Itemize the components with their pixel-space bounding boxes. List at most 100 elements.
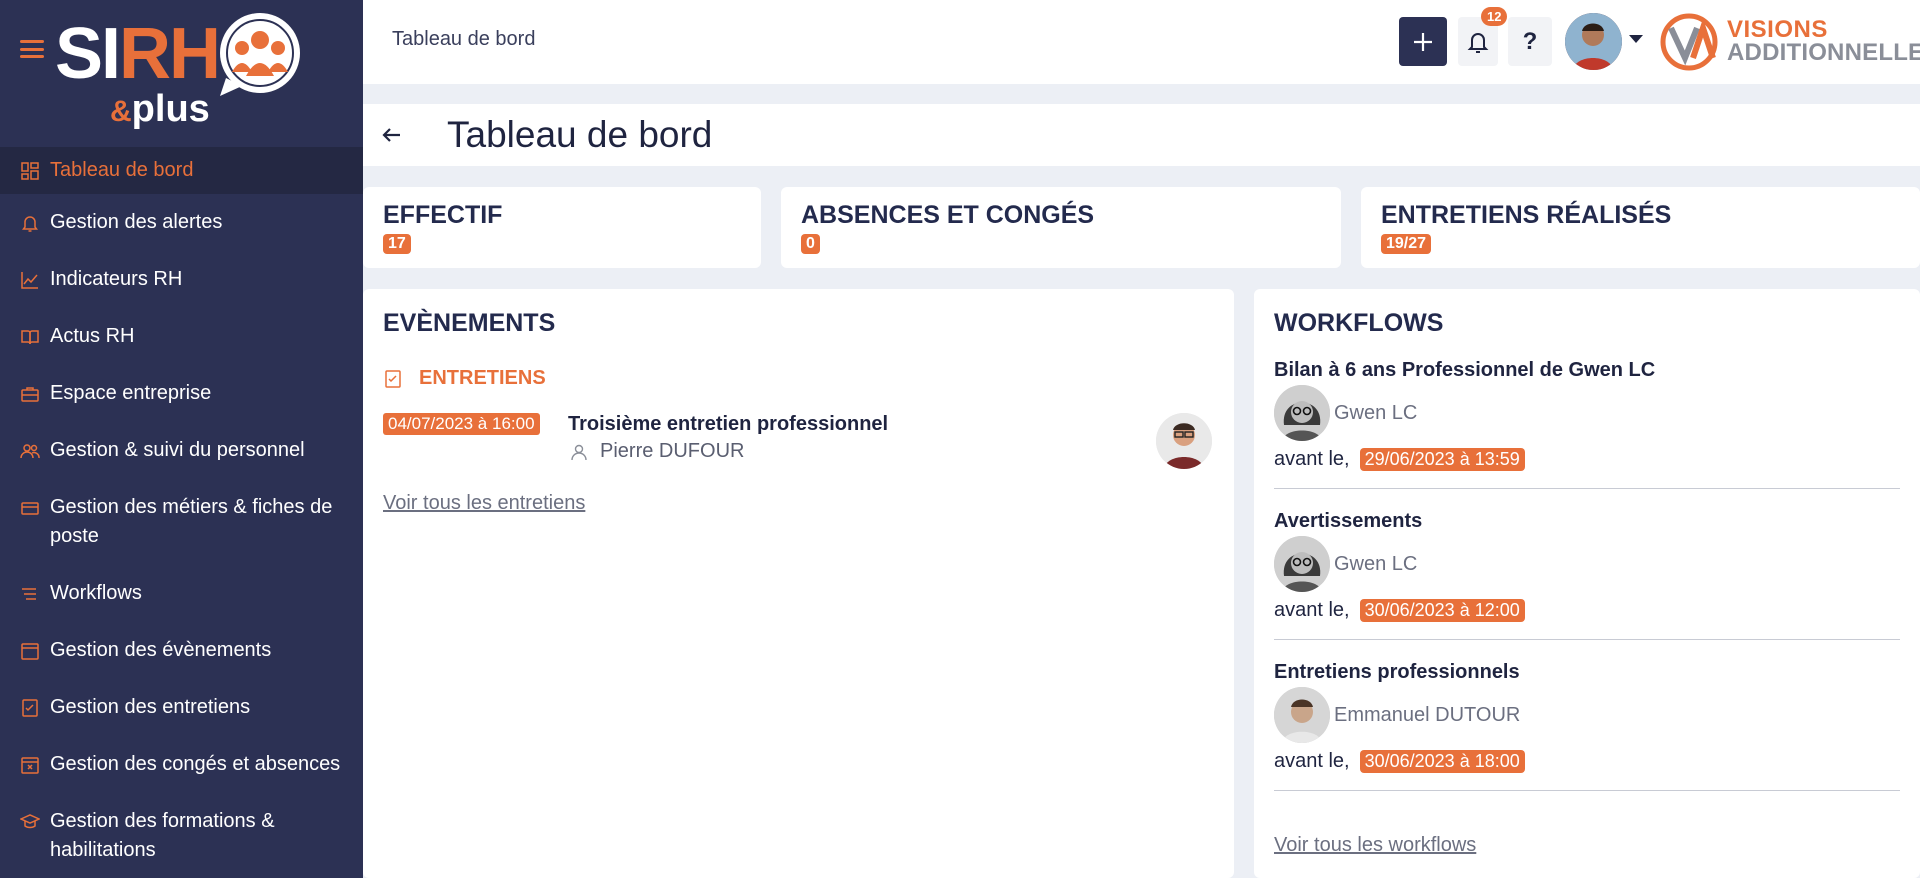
workflow-due: avant le, 30/06/2023 à 12:00	[1274, 592, 1900, 628]
sidebar-item-dashboard[interactable]: Tableau de bord	[0, 147, 363, 194]
workflow-due: avant le, 29/06/2023 à 13:59	[1274, 441, 1900, 477]
due-label: avant le,	[1274, 447, 1350, 470]
user-menu-caret-icon[interactable]	[1629, 35, 1643, 43]
user-avatar[interactable]	[1565, 13, 1622, 70]
stat-value-badge: 0	[801, 234, 820, 254]
user-name: Gwen LC	[1334, 552, 1418, 575]
workflow-name: Avertissements	[1274, 510, 1423, 532]
back-arrow-icon[interactable]	[378, 121, 406, 149]
workflow-item[interactable]: Avertissements Gwen LC avant le, 30/06/2…	[1274, 510, 1900, 640]
avatar-photo	[1565, 13, 1622, 70]
stat-label: ABSENCES ET CONGÉS	[801, 201, 1095, 229]
workflow-item[interactable]: Bilan à 6 ans Professionnel de Gwen LC G…	[1274, 359, 1900, 489]
avatar-photo	[1274, 536, 1330, 592]
stat-label: ENTRETIENS RÉALISÉS	[1381, 201, 1672, 229]
sidebar-item-label: Gestion des métiers & fiches de poste	[50, 496, 333, 547]
checklist-icon	[385, 369, 401, 388]
avatar-photo	[1274, 687, 1330, 743]
workflow-name: Entretiens professionnels	[1274, 661, 1520, 683]
event-person: Pierre DUFOUR	[570, 440, 744, 463]
due-date-badge: 30/06/2023 à 12:00	[1359, 598, 1525, 622]
sidebar-item-label: Actus RH	[50, 325, 135, 347]
list-icon	[20, 579, 50, 608]
avatar-photo	[1156, 413, 1212, 469]
section-label: ENTRETIENS	[419, 367, 546, 389]
due-label: avant le,	[1274, 749, 1350, 772]
person-name: Pierre DUFOUR	[600, 440, 745, 462]
sidebar-item-workflows[interactable]: Workflows	[0, 565, 363, 622]
workflow-due: avant le, 30/06/2023 à 18:00	[1274, 743, 1900, 779]
sidebar-item-trainings[interactable]: Gestion des formations & habilitations	[0, 793, 363, 878]
events-panel: EVÈNEMENTS ENTRETIENS 04/07/2023 à 16:00…	[363, 289, 1234, 878]
sidebar-item-label: Tableau de bord	[50, 159, 194, 181]
bell-icon	[1467, 32, 1489, 53]
see-all-interviews-link[interactable]: Voir tous les entretiens	[383, 492, 585, 515]
dashboard-icon	[20, 156, 50, 185]
stat-card-headcount: EFFECTIF 17	[363, 187, 761, 268]
logo-area: SIRH &plus	[0, 0, 363, 147]
avatar	[1156, 413, 1212, 469]
user-name: Emmanuel DUTOUR	[1334, 703, 1521, 726]
users-icon	[20, 436, 50, 465]
avatar	[1274, 687, 1330, 743]
avatar	[1274, 536, 1330, 592]
workflow-user: Gwen LC	[1274, 536, 1900, 592]
breadcrumb: Tableau de bord	[392, 28, 536, 50]
sidebar: SIRH &plus Tableau de bord Gestion des a…	[0, 0, 363, 878]
app-logo: SIRH	[55, 14, 221, 94]
event-date-badge: 04/07/2023 à 16:00	[383, 413, 540, 435]
workflow-item[interactable]: Entretiens professionnels Emmanuel DUTOU…	[1274, 661, 1900, 791]
avatar	[1274, 385, 1330, 441]
workflow-name: Bilan à 6 ans Professionnel de Gwen LC	[1274, 359, 1656, 381]
checklist-icon	[20, 693, 50, 722]
app-logo-plus: &plus	[110, 88, 210, 130]
graduation-icon	[20, 807, 50, 836]
hamburger-menu-icon[interactable]	[20, 40, 44, 58]
sidebar-item-label: Workflows	[50, 582, 142, 604]
sidebar-item-label: Gestion des congés et absences	[50, 753, 341, 775]
chart-icon	[20, 265, 50, 294]
sidebar-item-events[interactable]: Gestion des évènements	[0, 622, 363, 679]
sidebar-item-label: Gestion & suivi du personnel	[50, 439, 305, 461]
sidebar-item-label: Gestion des évènements	[50, 639, 272, 661]
due-date-badge: 29/06/2023 à 13:59	[1359, 447, 1525, 471]
sidebar-item-leaves[interactable]: Gestion des congés et absences	[0, 736, 363, 793]
sidebar-item-personnel[interactable]: Gestion & suivi du personnel	[0, 422, 363, 479]
stat-label: EFFECTIF	[383, 201, 503, 229]
sidebar-item-indicators[interactable]: Indicateurs RH	[0, 251, 363, 308]
brand-name-line2: ADDITIONNELLES	[1727, 39, 1920, 66]
briefcase-icon	[20, 379, 50, 408]
stat-value-badge: 17	[383, 234, 411, 254]
sidebar-item-label: Indicateurs RH	[50, 268, 183, 290]
sidebar-nav: Tableau de bord Gestion des alertes Indi…	[0, 147, 363, 878]
id-card-icon	[20, 493, 50, 522]
workflow-user: Gwen LC	[1274, 385, 1900, 441]
notification-count-badge: 12	[1481, 7, 1508, 26]
bell-icon	[20, 208, 50, 237]
calendar-x-icon	[20, 750, 50, 779]
events-title: EVÈNEMENTS	[383, 309, 556, 337]
sidebar-item-jobs[interactable]: Gestion des métiers & fiches de poste	[0, 479, 363, 565]
workflows-title: WORKFLOWS	[1274, 309, 1444, 337]
workflow-user: Emmanuel DUTOUR	[1274, 687, 1900, 743]
event-title[interactable]: Troisième entretien professionnel	[568, 413, 888, 436]
sidebar-item-label: Gestion des alertes	[50, 211, 223, 233]
user-name: Gwen LC	[1334, 401, 1418, 424]
stat-card-absences: ABSENCES ET CONGÉS 0	[781, 187, 1341, 268]
sidebar-item-alerts[interactable]: Gestion des alertes	[0, 194, 363, 251]
avatar-photo	[1274, 385, 1330, 441]
add-button[interactable]	[1399, 17, 1447, 66]
logo-bubble-icon	[220, 13, 300, 96]
sidebar-item-label: Gestion des entretiens	[50, 696, 251, 718]
see-all-workflows-link[interactable]: Voir tous les workflows	[1274, 834, 1476, 857]
sidebar-item-label: Gestion des formations & habilitations	[50, 810, 275, 861]
workflows-panel: WORKFLOWS Bilan à 6 ans Professionnel de…	[1254, 289, 1920, 878]
sidebar-item-news[interactable]: Actus RH	[0, 308, 363, 365]
person-icon	[571, 444, 587, 460]
sidebar-item-label: Espace entreprise	[50, 382, 212, 404]
sidebar-item-company[interactable]: Espace entreprise	[0, 365, 363, 422]
stat-value-badge: 19/27	[1381, 234, 1432, 254]
help-button[interactable]: ?	[1508, 17, 1552, 66]
stat-card-interviews: ENTRETIENS RÉALISÉS 19/27	[1361, 187, 1920, 268]
sidebar-item-interviews[interactable]: Gestion des entretiens	[0, 679, 363, 736]
